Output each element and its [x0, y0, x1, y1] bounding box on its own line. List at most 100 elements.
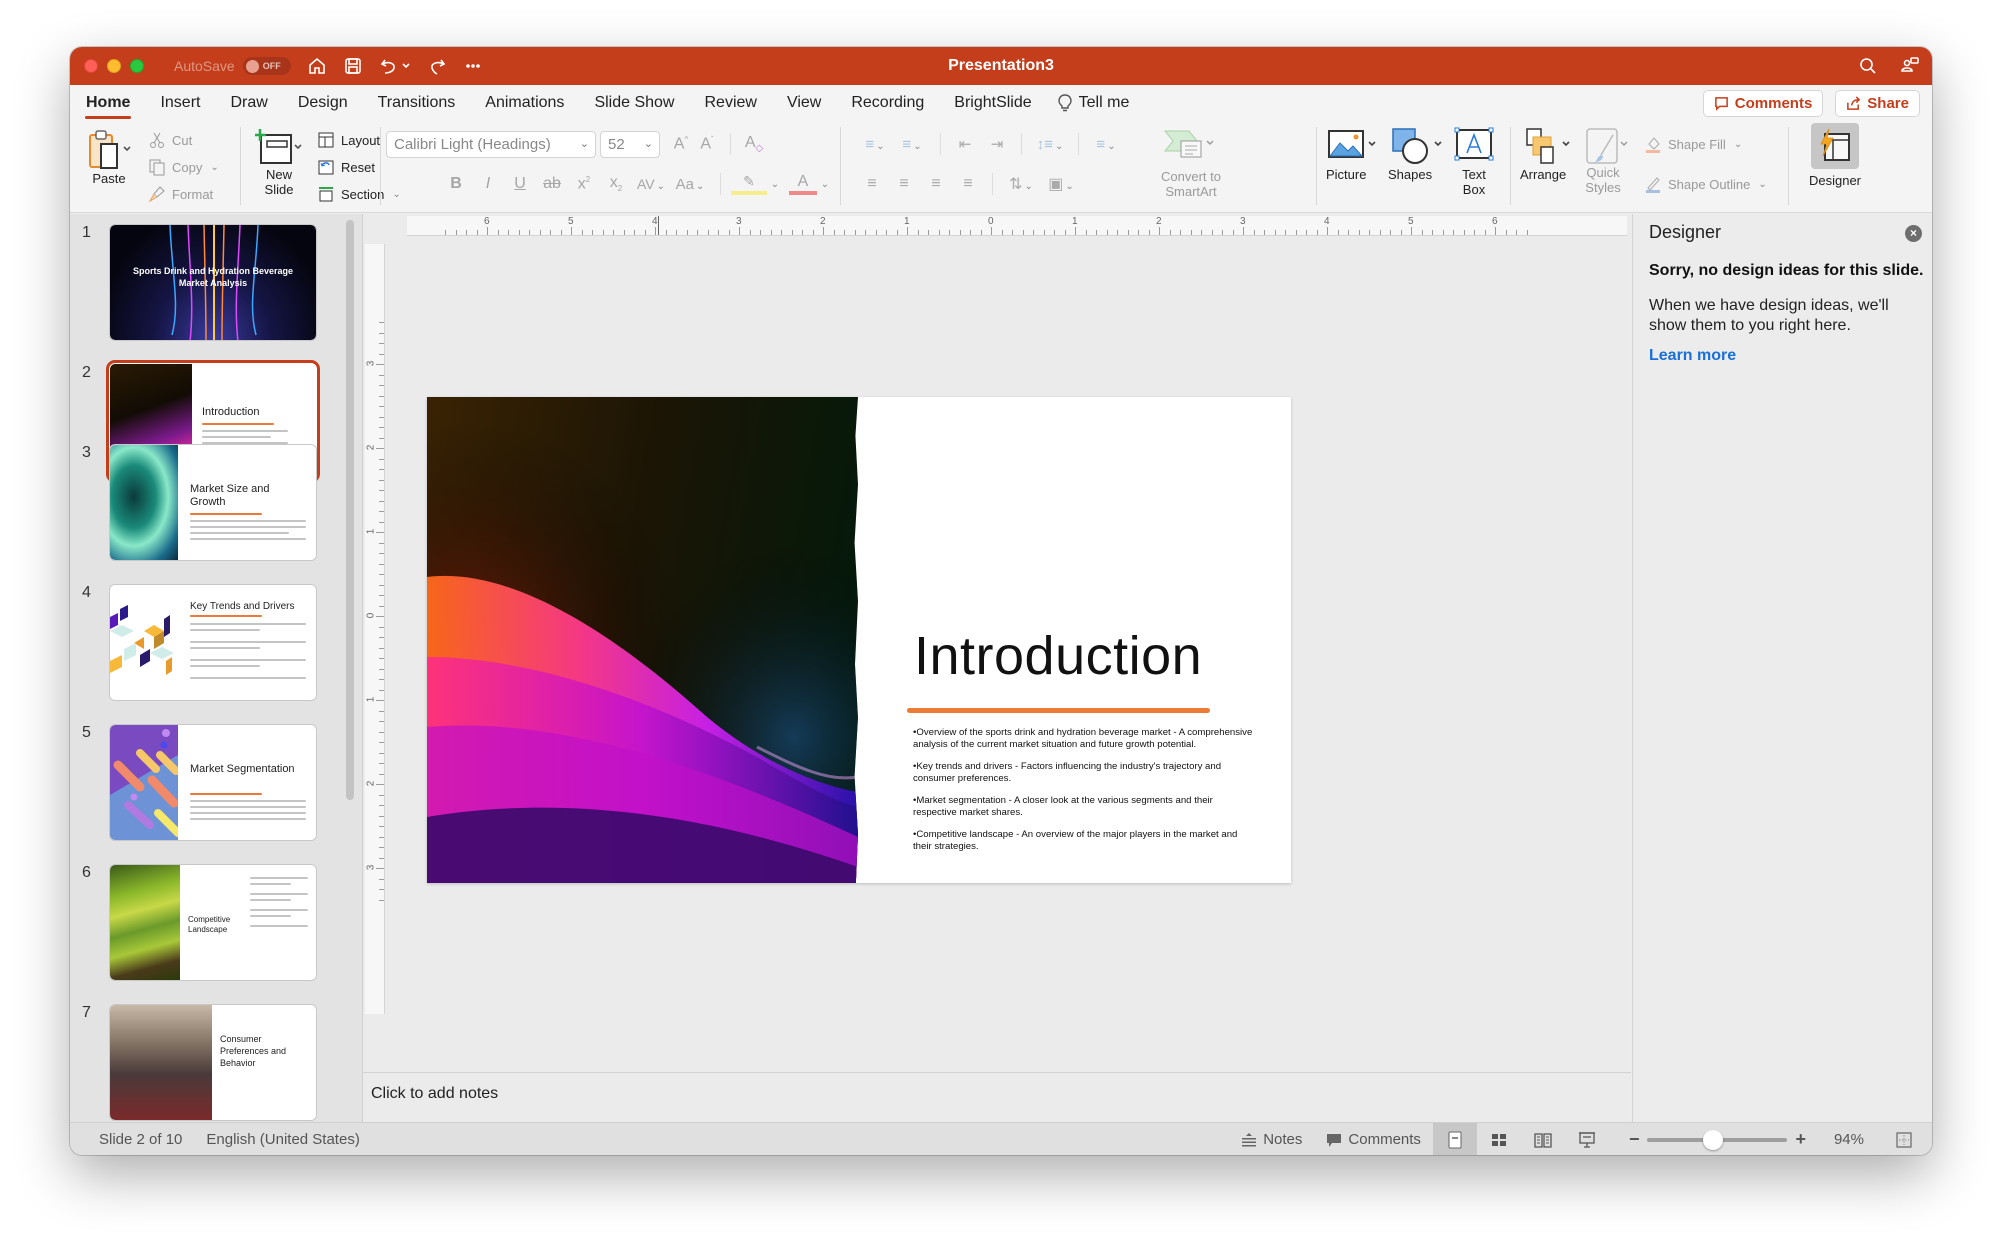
tab-design[interactable]: Design — [283, 85, 363, 121]
ruler-indent-marker[interactable] — [658, 216, 659, 235]
italic-icon[interactable]: I — [472, 175, 504, 193]
tab-draw[interactable]: Draw — [215, 85, 282, 121]
increase-font-size-icon[interactable]: A^ — [668, 135, 694, 153]
arrange-button[interactable]: Arrange — [1520, 127, 1580, 182]
copy-button[interactable]: Copy ⌄ — [148, 158, 219, 176]
zoom-percentage[interactable]: 94% — [1834, 1131, 1864, 1148]
undo-icon[interactable] — [379, 56, 399, 76]
slide-show-view-button[interactable] — [1565, 1123, 1609, 1155]
subscript-icon[interactable]: x2 — [600, 174, 632, 193]
align-center-icon[interactable]: ≡ — [888, 175, 920, 193]
more-icon[interactable] — [463, 56, 483, 76]
tell-me-search[interactable]: Tell me — [1047, 94, 1140, 112]
shape-fill-button[interactable]: Shape Fill ⌄ — [1644, 135, 1742, 153]
tab-insert[interactable]: Insert — [145, 85, 215, 121]
slide-thumbnail-4[interactable]: Key Trends and Drivers — [109, 584, 317, 701]
font-name-select[interactable]: Calibri Light (Headings) ⌄ — [386, 131, 596, 158]
new-slide-button[interactable]: New Slide — [250, 127, 308, 197]
strikethrough-icon[interactable]: ab — [536, 175, 568, 193]
slide-thumbnail-7[interactable]: Consumer Preferences and Behavior — [109, 1004, 317, 1121]
align-right-icon[interactable]: ≡ — [920, 175, 952, 193]
highlight-color-icon[interactable]: ✎ — [731, 173, 767, 195]
decrease-indent-icon[interactable]: ⇤ — [949, 135, 981, 153]
increase-indent-icon[interactable]: ⇥ — [981, 135, 1013, 153]
comments-button[interactable]: Comments — [1702, 90, 1824, 117]
slide-body-text[interactable]: •Overview of the sports drink and hydrat… — [913, 727, 1253, 863]
undo-dropdown-icon[interactable] — [401, 56, 411, 76]
thumbnails-scrollbar[interactable] — [346, 220, 354, 800]
share-button[interactable]: Share — [1835, 90, 1920, 117]
align-text-icon[interactable]: ▣ ⌄ — [1041, 174, 1081, 194]
tab-transitions[interactable]: Transitions — [363, 85, 471, 121]
change-case-icon[interactable]: Aa ⌄ — [670, 176, 710, 193]
clear-formatting-icon[interactable]: A◇ — [741, 134, 767, 154]
tab-review[interactable]: Review — [689, 85, 771, 121]
close-icon[interactable]: × — [1905, 225, 1922, 242]
minimize-window-button[interactable] — [107, 59, 121, 73]
zoom-window-button[interactable] — [130, 59, 144, 73]
slide-thumbnail-1[interactable]: Sports Drink and Hydration Beverage Mark… — [109, 224, 317, 341]
notes-pane[interactable]: Click to add notes — [363, 1072, 1631, 1122]
text-box-button[interactable]: Text Box — [1452, 127, 1496, 197]
close-window-button[interactable] — [84, 59, 98, 73]
shapes-button[interactable]: Shapes — [1388, 127, 1450, 182]
zoom-out-button[interactable]: − — [1629, 1129, 1640, 1150]
slide-background-image[interactable] — [427, 397, 858, 883]
learn-more-link[interactable]: Learn more — [1649, 347, 1736, 365]
autosave-toggle[interactable]: OFF — [242, 57, 291, 75]
comments-toggle-button[interactable]: Comments — [1314, 1123, 1433, 1155]
fit-to-window-button[interactable] — [1886, 1123, 1922, 1155]
tab-brightslide[interactable]: BrightSlide — [939, 85, 1046, 121]
slide-thumbnail-5[interactable]: Market Segmentation — [109, 724, 317, 841]
picture-button[interactable]: Picture — [1326, 127, 1382, 182]
zoom-slider-handle[interactable] — [1703, 1130, 1724, 1150]
bullets-icon[interactable]: ≡ ⌄ — [858, 136, 892, 153]
tab-view[interactable]: View — [772, 85, 836, 121]
tab-slide-show[interactable]: Slide Show — [579, 85, 689, 121]
vertical-ruler[interactable]: 3 2 1 0 1 2 3 — [365, 244, 385, 1014]
align-left-icon[interactable]: ≡ — [856, 175, 888, 193]
bold-icon[interactable]: B — [440, 175, 472, 193]
font-size-select[interactable]: 52 ⌄ — [600, 131, 660, 158]
reading-view-button[interactable] — [1521, 1123, 1565, 1155]
tab-home[interactable]: Home — [71, 85, 145, 121]
language-indicator[interactable]: English (United States) — [206, 1131, 359, 1148]
tab-animations[interactable]: Animations — [470, 85, 579, 121]
section-button[interactable]: Section ⌄ — [317, 185, 401, 203]
font-color-icon[interactable]: A — [789, 173, 817, 195]
justify-icon[interactable]: ≡ — [952, 175, 984, 193]
tab-recording[interactable]: Recording — [836, 85, 939, 121]
underline-icon[interactable]: U — [504, 175, 536, 193]
reset-button[interactable]: Reset — [317, 158, 375, 176]
layout-button[interactable]: Layout ⌄ — [317, 131, 396, 149]
slide-sorter-view-button[interactable] — [1477, 1123, 1521, 1155]
designer-button[interactable]: Designer — [1798, 123, 1872, 188]
paste-button[interactable]: Paste — [84, 127, 134, 186]
convert-to-smartart-button[interactable]: Convert to SmartArt — [1146, 127, 1236, 199]
format-painter-button[interactable]: Format — [148, 185, 213, 203]
chevron-down-icon[interactable]: ⌄ — [819, 179, 831, 190]
text-direction-icon[interactable]: ⇅ ⌄ — [1001, 174, 1041, 194]
horizontal-ruler[interactable]: 6 5 4 3 2 1 0 1 2 3 4 5 6 — [407, 216, 1627, 236]
redo-icon[interactable] — [427, 56, 447, 76]
slide-thumbnail-6[interactable]: Competitive Landscape — [109, 864, 317, 981]
cut-button[interactable]: Cut — [148, 131, 192, 149]
home-icon[interactable] — [307, 56, 327, 76]
save-icon[interactable] — [343, 56, 363, 76]
character-spacing-icon[interactable]: AV ⌄ — [632, 176, 670, 192]
slide-thumbnail-3[interactable]: Market Size and Growth — [109, 444, 317, 561]
current-slide[interactable]: Introduction •Overview of the sports dri… — [427, 397, 1291, 883]
slide-title[interactable]: Introduction — [914, 625, 1202, 687]
zoom-slider[interactable] — [1647, 1123, 1788, 1155]
shape-outline-button[interactable]: Shape Outline ⌄ — [1644, 175, 1767, 193]
numbering-icon[interactable]: ≡ ⌄ — [892, 136, 932, 153]
collaborate-icon[interactable] — [1900, 56, 1920, 76]
decrease-font-size-icon[interactable]: Aˇ — [694, 135, 720, 153]
line-spacing-icon[interactable]: ↕≡ ⌄ — [1030, 136, 1070, 153]
quick-styles-button[interactable]: Quick Styles — [1582, 127, 1638, 195]
columns-icon[interactable]: ≡ ⌄ — [1087, 136, 1125, 153]
zoom-in-button[interactable]: + — [1795, 1129, 1806, 1150]
normal-view-button[interactable] — [1432, 1123, 1477, 1155]
superscript-icon[interactable]: x2 — [568, 175, 600, 193]
search-icon[interactable] — [1858, 56, 1878, 76]
